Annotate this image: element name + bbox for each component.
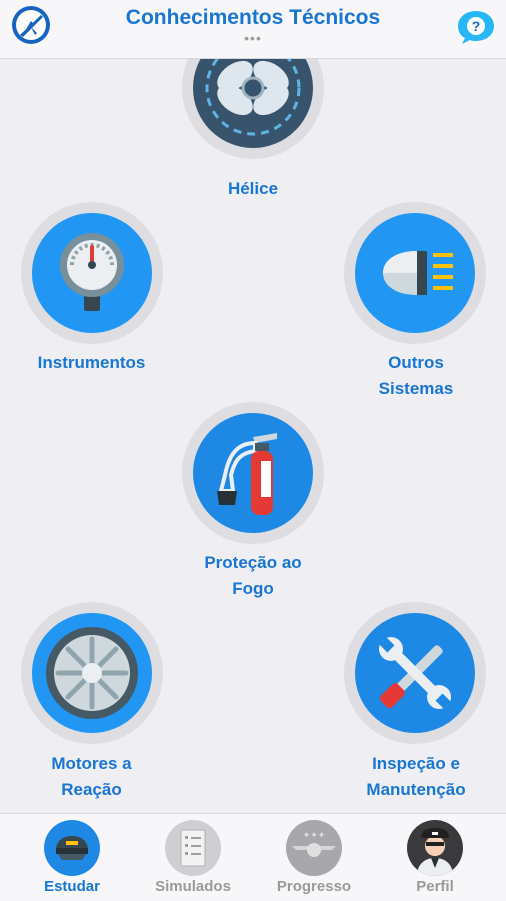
question-chat-icon[interactable]: ? [455, 8, 497, 46]
topic-instrumentos-button[interactable] [21, 202, 163, 344]
topic-outros-sistemas-button[interactable] [344, 202, 486, 344]
fire-extinguisher-icon [193, 413, 313, 533]
pilot-cap-icon [44, 820, 100, 876]
pilot-avatar-icon [407, 820, 463, 876]
more-options-dots[interactable]: ••• [0, 30, 506, 46]
topic-instrumentos-label[interactable]: Instrumentos [0, 350, 183, 376]
tab-progresso-label: Progresso [276, 878, 352, 895]
topic-motores-reacao-label[interactable]: Motores a Reação [0, 751, 183, 803]
topic-protecao-fogo-button[interactable] [182, 402, 324, 544]
topic-protecao-fogo-label[interactable]: Proteção ao Fogo [153, 550, 353, 602]
topic-motores-reacao-button[interactable] [21, 602, 163, 744]
topic-helice-label[interactable]: Hélice [153, 176, 353, 202]
page-title: Conhecimentos Técnicos [125, 6, 381, 29]
gauge-icon [32, 213, 152, 333]
topic-inspecao-manutencao-label[interactable]: Inspeção e Manutenção [316, 751, 506, 803]
wings-badge-icon: ✦✦✦ [286, 820, 342, 876]
tools-icon [355, 613, 475, 733]
tab-progresso[interactable]: ✦✦✦ Progresso [251, 814, 377, 901]
checklist-icon [165, 820, 221, 876]
bottom-tab-bar: Estudar Simulados ✦✦✦ Progresso Perfil [0, 813, 506, 901]
svg-text:✦✦✦: ✦✦✦ [303, 830, 326, 840]
topics-grid: Hélice Instrumentos Outros Sistemas Prot… [0, 59, 506, 813]
tab-perfil[interactable]: Perfil [372, 814, 498, 901]
topic-outros-sistemas-label[interactable]: Outros Sistemas [316, 350, 506, 402]
help-symbol: ? [472, 18, 481, 34]
inspecao-manutencao-text: Inspeção e Manutenção [366, 754, 466, 799]
protecao-fogo-text: Proteção ao Fogo [204, 553, 302, 598]
app-header: Conhecimentos Técnicos ••• ? [0, 0, 506, 59]
topic-inspecao-manutencao-button[interactable] [344, 602, 486, 744]
tab-estudar[interactable]: Estudar [9, 814, 135, 901]
topic-helice-button[interactable] [182, 59, 324, 159]
motores-reacao-text: Motores a Reação [51, 754, 132, 799]
tab-estudar-label: Estudar [44, 878, 100, 895]
tab-simulados[interactable]: Simulados [130, 814, 256, 901]
propeller-icon [193, 59, 313, 148]
tab-simulados-label: Simulados [155, 878, 231, 895]
headlight-icon [355, 213, 475, 333]
tab-perfil-label: Perfil [416, 878, 454, 895]
jet-engine-icon [32, 613, 152, 733]
outros-sistemas-text: Outros Sistemas [378, 353, 454, 398]
